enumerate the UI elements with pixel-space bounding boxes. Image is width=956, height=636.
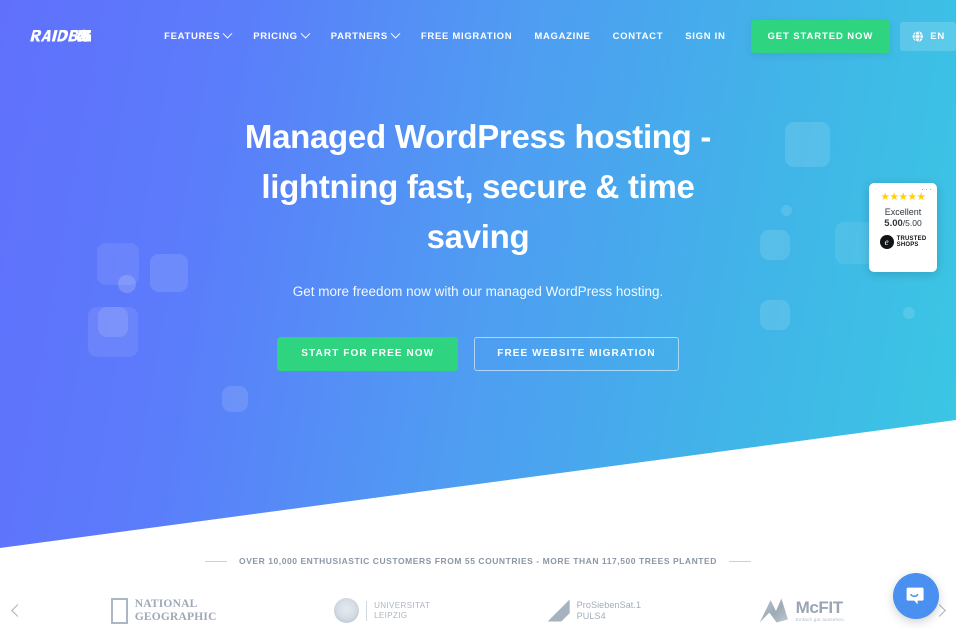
nav-item-pricing[interactable]: PRICING (242, 23, 320, 50)
chat-launcher-button[interactable] (893, 573, 939, 619)
page-title: Managed WordPress hosting - lightning fa… (244, 118, 712, 255)
hero-content: Managed WordPress hosting - lightning fa… (0, 112, 956, 371)
nav-item-sign-in[interactable]: SIGN IN (674, 23, 736, 50)
trust-bar-row: OVER 10,000 ENTHUSIASTIC CUSTOMERS FROM … (0, 556, 956, 566)
rating-score-value: 5.00 (884, 218, 903, 229)
prosieben-wordmark: ProSiebenSat.1 PULS4 (577, 600, 641, 622)
chevron-left-icon (10, 604, 24, 617)
hero-button-group: START FOR FREE NOW FREE WEBSITE MIGRATIO… (0, 337, 956, 371)
nat-geo-line1: NATIONAL (134, 598, 198, 610)
trust-bar: OVER 10,000 ENTHUSIASTIC CUSTOMERS FROM … (0, 556, 956, 566)
mcfit-wordmark: McFIT Einfach gut aussehen. (796, 599, 846, 622)
logo-mcfit[interactable]: McFIT Einfach gut aussehen. (759, 598, 846, 624)
nav-item-label: MAGAZINE (534, 30, 591, 42)
start-for-free-button[interactable]: START FOR FREE NOW (277, 337, 459, 371)
chat-bubble-icon (906, 587, 924, 605)
prosieben-arrow-icon (547, 599, 570, 622)
trusted-shops-mark-icon: e (879, 235, 894, 249)
free-website-migration-button[interactable]: FREE WEBSITE MIGRATION (474, 337, 679, 371)
badge-menu-icon[interactable]: ··· (921, 185, 933, 194)
decorative-square (222, 386, 248, 412)
logo-universitat-leipzig[interactable]: UNIVERSITAT LEIPZIG (334, 598, 430, 623)
rule-right (728, 560, 751, 562)
rating-word: Excellent (884, 207, 922, 217)
uni-leipzig-line2: LEIPZIG (374, 610, 408, 620)
page-root: FEATURES PRICING PARTNERS FREE MIGRATION MAG… (0, 0, 956, 636)
uni-leipzig-line1: UNIVERSITAT (374, 600, 431, 610)
mcfit-tagline: Einfach gut aussehen. (795, 617, 846, 622)
logo-national-geographic[interactable]: NATIONAL GEOGRAPHIC (110, 597, 217, 624)
carousel-prev-button[interactable] (0, 594, 34, 628)
nav-item-contact[interactable]: CONTACT (602, 23, 675, 50)
language-label: EN (930, 30, 945, 42)
rating-score-max: /5.00 (902, 218, 922, 228)
nav-links: FEATURES PRICING PARTNERS FREE MIGRATION MAG… (153, 23, 736, 50)
chevron-down-icon (300, 28, 311, 39)
nav-item-magazine[interactable]: MAGAZINE (523, 23, 601, 50)
raidboxes-logo[interactable] (28, 19, 92, 53)
mcfit-mark-icon (759, 598, 788, 623)
language-selector[interactable]: EN (900, 21, 956, 51)
mcfit-name: McFIT (795, 598, 844, 617)
top-navigation: FEATURES PRICING PARTNERS FREE MIGRATION MAG… (0, 0, 956, 72)
hero-subtitle: Get more freedom now with our managed Wo… (292, 284, 664, 299)
nat-geo-line2: GEOGRAPHIC (134, 610, 217, 623)
carousel-track: NATIONAL GEOGRAPHIC UNIVERSITAT LEIPZIG … (34, 588, 922, 634)
nav-item-label: PRICING (253, 30, 298, 42)
nav-item-label: FREE MIGRATION (420, 30, 513, 42)
prosieben-line2: PULS4 (576, 610, 606, 621)
prosieben-line1: ProSiebenSat.1 (576, 599, 642, 610)
rule-left (205, 560, 228, 562)
globe-icon (911, 30, 924, 42)
trusted-shops-line2: SHOPS (896, 242, 919, 248)
nav-item-label: SIGN IN (685, 30, 726, 42)
nav-item-label: FEATURES (164, 30, 221, 42)
nav-item-features[interactable]: FEATURES (153, 23, 242, 50)
nat-geo-frame-icon (110, 597, 128, 624)
logo-prosiebensat1-puls4[interactable]: ProSiebenSat.1 PULS4 (547, 599, 641, 622)
uni-leipzig-wordmark: UNIVERSITAT LEIPZIG (366, 600, 431, 621)
trust-bar-text: OVER 10,000 ENTHUSIASTIC CUSTOMERS FROM … (239, 556, 717, 566)
logo-carousel: NATIONAL GEOGRAPHIC UNIVERSITAT LEIPZIG … (0, 585, 956, 636)
get-started-button[interactable]: GET STARTED NOW (750, 19, 891, 53)
nav-item-label: PARTNERS (330, 30, 388, 42)
nat-geo-wordmark: NATIONAL GEOGRAPHIC (135, 598, 217, 623)
nav-item-free-migration[interactable]: FREE MIGRATION (410, 23, 523, 50)
chevron-down-icon (390, 28, 401, 39)
nav-item-label: CONTACT (612, 30, 664, 42)
chevron-down-icon (222, 28, 233, 39)
uni-leipzig-seal-icon (334, 598, 360, 623)
rating-score: 5.00/5.00 (869, 218, 937, 229)
trusted-shops-wordmark: TRUSTED SHOPS (897, 236, 927, 249)
nav-item-partners[interactable]: PARTNERS (320, 23, 410, 50)
trusted-shops-logo: e TRUSTED SHOPS (869, 235, 937, 249)
trusted-shops-badge[interactable]: ··· ★★★★★ Excellent 5.00/5.00 e TRUSTED … (869, 183, 937, 272)
